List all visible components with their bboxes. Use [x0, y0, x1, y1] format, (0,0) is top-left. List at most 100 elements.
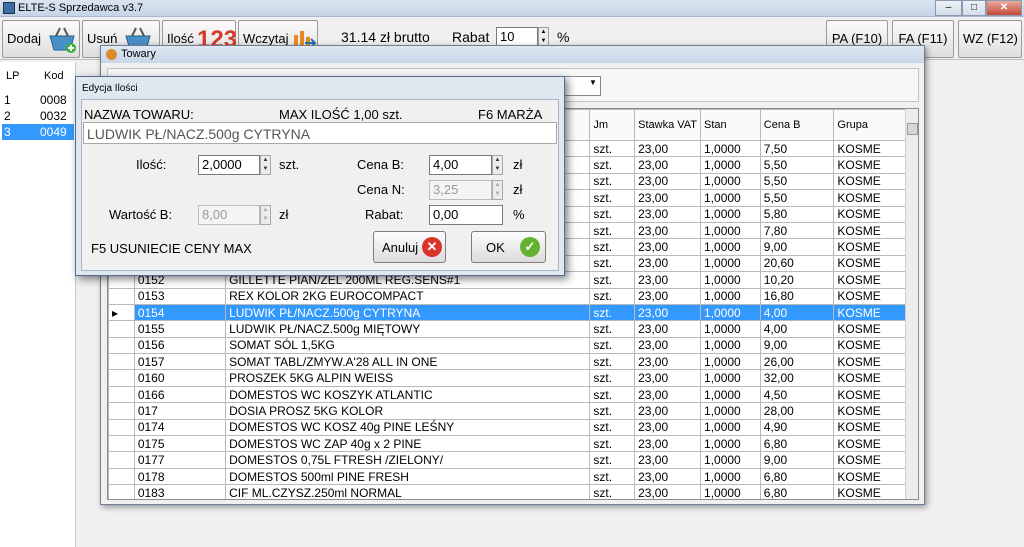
cena-b-input[interactable]: 4,00	[429, 155, 492, 175]
maximize-button[interactable]: □	[962, 0, 986, 16]
grid-header-stan[interactable]: Stan	[700, 109, 761, 141]
grid-header-vat[interactable]: Stawka VAT	[634, 109, 702, 141]
cart-row-lp: 2	[4, 109, 11, 123]
cena-b-label: Cena B:	[357, 157, 404, 172]
row-indicator[interactable]	[108, 451, 135, 469]
row-indicator[interactable]	[108, 484, 135, 499]
cell-cena: 7,50	[759, 139, 835, 158]
cell-jm: szt.	[589, 271, 636, 289]
cell-stan: 1,0000	[700, 418, 761, 437]
ilosc-input[interactable]: 2,0000	[198, 155, 260, 175]
cell-jm: szt.	[589, 353, 636, 371]
cell-kod: 0160	[133, 369, 227, 387]
basket-add-icon	[49, 27, 76, 53]
row-indicator[interactable]	[108, 320, 135, 338]
cell-nazwa: REX KOLOR 2KG EUROCOMPACT	[225, 287, 591, 305]
row-indicator[interactable]	[108, 385, 135, 404]
cart-row-lp: 1	[4, 93, 11, 107]
row-indicator[interactable]	[108, 287, 135, 305]
table-row[interactable]: 0175 DOMESTOS WC ZAP 40g x 2 PINE szt. 23,0…	[108, 435, 918, 453]
cell-nazwa: DOSIA PROSZ 5KG KOLOR	[225, 402, 591, 420]
table-row[interactable]: 0153 REX KOLOR 2KG EUROCOMPACT szt. 23,00 1,…	[108, 287, 918, 305]
table-row[interactable]: 0177 DOMESTOS 0,75L FTRESH /ZIELONY/szt. 2…	[108, 451, 918, 469]
table-row[interactable]: 0155 LUDWIK PŁ/NACZ.500g MIĘTOWY szt. 23,00…	[108, 320, 918, 338]
row-indicator[interactable]	[108, 336, 135, 355]
cell-stan: 1,0000	[700, 353, 761, 371]
product-name-field: LUDWIK PŁ/NACZ.500g CYTRYNA	[83, 122, 557, 144]
row-indicator[interactable]	[108, 402, 135, 420]
table-row[interactable]: 017 DOSIA PROSZ 5KG KOLOR szt. 23,00 1,0000 2…	[108, 402, 918, 420]
cena-n-input: 3,25	[429, 180, 492, 200]
cell-vat: 23,00	[634, 402, 702, 420]
cell-cena: 4,00	[759, 303, 835, 322]
cell-cena: 9,00	[759, 238, 835, 256]
cart-row[interactable]: 1 0008	[2, 92, 74, 108]
cell-vat: 23,00	[634, 287, 702, 305]
row-indicator[interactable]	[108, 369, 135, 387]
dropdown-arrow-icon[interactable]: ▼	[589, 78, 597, 87]
ilosc-spinner[interactable]: ▲ ▼	[260, 155, 271, 175]
cell-cena: 5,50	[759, 189, 835, 207]
table-row[interactable]: 0157 SOMAT TABL/ZMYW.A'28 ALL IN ONE szt. 2…	[108, 353, 918, 371]
cell-jm: szt.	[589, 238, 636, 256]
rabat-percent: %	[513, 207, 525, 222]
towary-window-icon	[106, 49, 117, 60]
minimize-button[interactable]: –	[935, 0, 962, 16]
ok-button[interactable]: OK ✓	[471, 231, 546, 263]
cart-row-lp: 3	[4, 125, 11, 139]
usun-label: Usuń	[87, 31, 118, 46]
cell-stan: 1,0000	[700, 189, 761, 207]
cell-stan: 1,0000	[700, 451, 761, 469]
wartosc-input: 8,00	[198, 205, 260, 225]
cell-jm: szt.	[589, 189, 636, 207]
close-button[interactable]: ✕	[986, 0, 1022, 16]
row-indicator[interactable]	[108, 467, 135, 486]
rabat-input[interactable]: 10	[496, 27, 538, 47]
cell-kod: 0175	[133, 435, 227, 453]
cell-stan: 1,0000	[700, 484, 761, 499]
table-row[interactable]: 0178 DOMESTOS 500ml PINE FRESH szt. 23,00 1,…	[108, 467, 918, 486]
cell-stan: 1,0000	[700, 271, 761, 289]
table-row[interactable]: 0174 DOMESTOS WC KOSZ 40g PINE LEŚNY szt. 2…	[108, 418, 918, 437]
dialog-rabat-input[interactable]: 0,00	[429, 205, 503, 225]
dodaj-button[interactable]: Dodaj	[2, 20, 80, 58]
row-indicator[interactable]	[108, 435, 135, 453]
scrollbar-thumb[interactable]	[907, 123, 918, 135]
cell-kod: 0166	[133, 385, 227, 404]
row-indicator[interactable]	[108, 418, 135, 437]
cell-kod: 0183	[133, 484, 227, 499]
cell-stan: 1,0000	[700, 139, 761, 158]
cell-cena: 4,50	[759, 385, 835, 404]
cell-stan: 1,0000	[700, 336, 761, 355]
table-row[interactable]: 0160 PROSZEK 5KG ALPIN WEISS szt. 23,00 1,00…	[108, 369, 918, 387]
grid-scrollbar[interactable]	[905, 109, 918, 499]
cancel-button[interactable]: Anuluj ✕	[373, 231, 446, 263]
cena-b-unit: zł	[513, 157, 523, 172]
table-row[interactable]: 0156 SOMAT SÓL 1,5KG szt. 23,00 1,0000 9,00 KO…	[108, 336, 918, 355]
cell-cena: 6,80	[759, 467, 835, 486]
f6-margin-label: F6 MARŻA	[478, 107, 543, 122]
row-indicator[interactable]: ▸	[108, 303, 135, 322]
cart-row-selected[interactable]: 3 0049	[2, 124, 74, 140]
cell-cena: 5,50	[759, 172, 835, 191]
rabat-spinner[interactable]: ▲ ▼	[538, 27, 549, 47]
cart-row[interactable]: 2 0032	[2, 108, 74, 124]
cena-b-spinner[interactable]: ▲ ▼	[492, 155, 503, 175]
cell-stan: 1,0000	[700, 402, 761, 420]
cell-vat: 23,00	[634, 369, 702, 387]
grid-header-cena[interactable]: Cena B	[759, 109, 835, 141]
cell-nazwa: DOMESTOS 500ml PINE FRESH	[225, 467, 591, 486]
table-row-selected[interactable]: ▸ 0154 LUDWIK PŁ/NACZ.500g CYTRYNA szt. 23,0…	[108, 303, 918, 322]
cell-nazwa: LUDWIK PŁ/NACZ.500g CYTRYNA	[225, 303, 591, 322]
cell-cena: 6,80	[759, 484, 835, 499]
grid-header-jm[interactable]: Jm	[589, 109, 636, 141]
cell-stan: 1,0000	[700, 467, 761, 486]
row-indicator[interactable]	[108, 353, 135, 371]
ok-label: OK	[486, 240, 505, 255]
table-row[interactable]: 0183 CIF ML.CZYSZ.250ml NORMAL szt. 23,00 1,…	[108, 484, 918, 499]
cancel-icon: ✕	[422, 237, 442, 257]
product-name-label: NAZWA TOWARU:	[84, 107, 194, 122]
rabat-label: Rabat:	[365, 207, 404, 222]
table-row[interactable]: 0166 DOMESTOS WC KOSZYK ATLANTIC szt. 23,00…	[108, 385, 918, 404]
wz-button[interactable]: WZ (F12)	[958, 20, 1022, 58]
